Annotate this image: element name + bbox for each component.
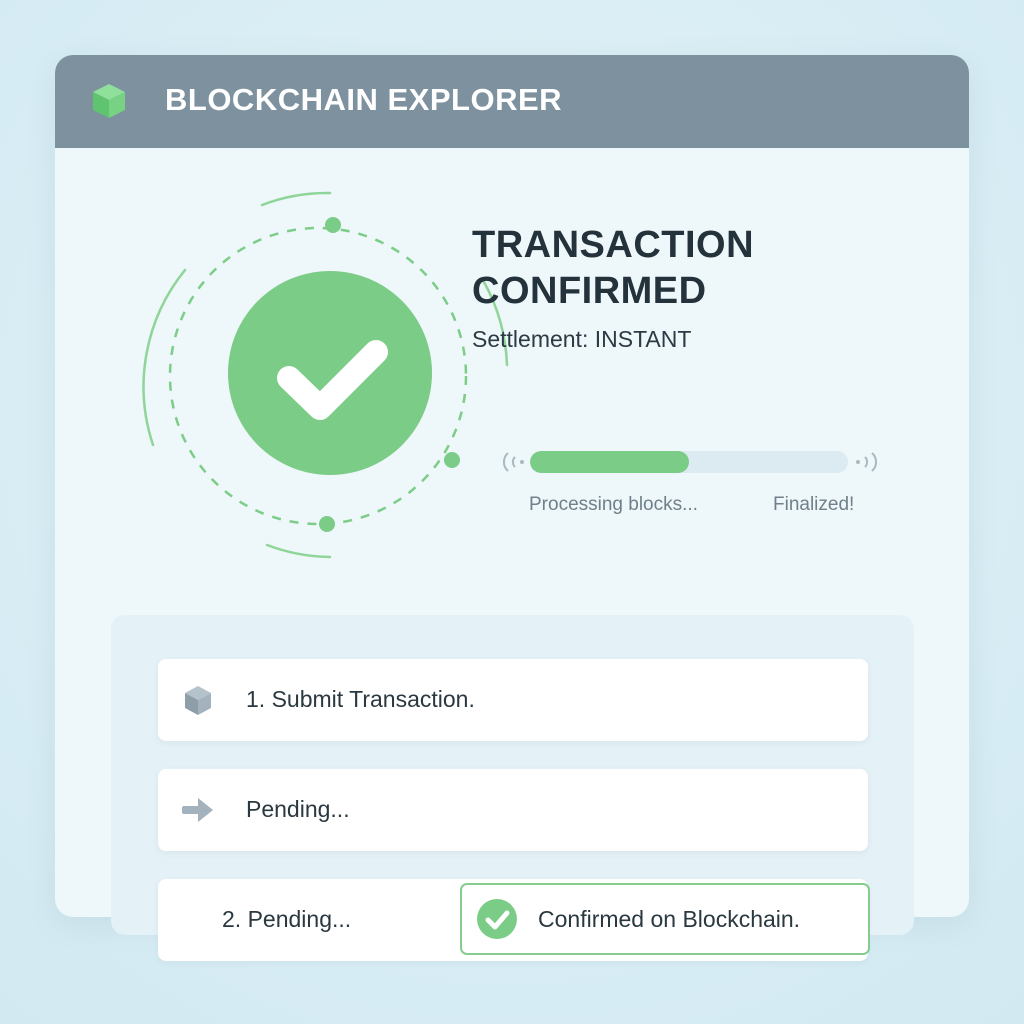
progress-bar: [498, 445, 888, 479]
check-circle-icon: [228, 271, 432, 475]
orbit-arc: [260, 191, 332, 207]
status-title: TRANSACTION CONFIRMED: [472, 222, 832, 314]
settlement-info: Settlement: INSTANT: [472, 326, 691, 353]
progress-track: [530, 451, 848, 473]
step-label: Pending...: [246, 796, 350, 822]
settlement-value: INSTANT: [594, 326, 692, 352]
signal-left-icon: [502, 452, 524, 472]
orbit-arc: [265, 543, 332, 559]
orbit-node: [319, 516, 335, 532]
step-label: 1. Submit Transaction.: [246, 686, 475, 712]
status-title-line1: TRANSACTION: [472, 224, 755, 266]
arrow-right-icon: [182, 798, 213, 822]
orbit-node: [325, 217, 341, 233]
step-submit-transaction: 1. Submit Transaction.: [158, 659, 868, 741]
confirmed-status-box: Confirmed on Blockchain.: [460, 883, 870, 955]
progress-label-finalized: Finalized!: [773, 494, 855, 515]
cube-icon: [185, 686, 211, 715]
signal-right-icon: [856, 452, 878, 472]
settlement-label: Settlement:: [472, 326, 589, 352]
step-confirmed: 2. Pending... Confirmed on Blockchain.: [158, 879, 870, 961]
orbit-arc: [142, 268, 187, 447]
step-pending: Pending...: [158, 769, 868, 851]
status-title-line2: CONFIRMED: [472, 270, 707, 312]
step-label: 2. Pending...: [222, 906, 352, 932]
confirmed-label: Confirmed on Blockchain.: [538, 906, 801, 932]
check-circle-icon: [477, 899, 517, 939]
progress-label-processing: Processing blocks...: [529, 494, 698, 515]
orbit-node: [444, 452, 460, 468]
progress-fill: [530, 451, 689, 473]
